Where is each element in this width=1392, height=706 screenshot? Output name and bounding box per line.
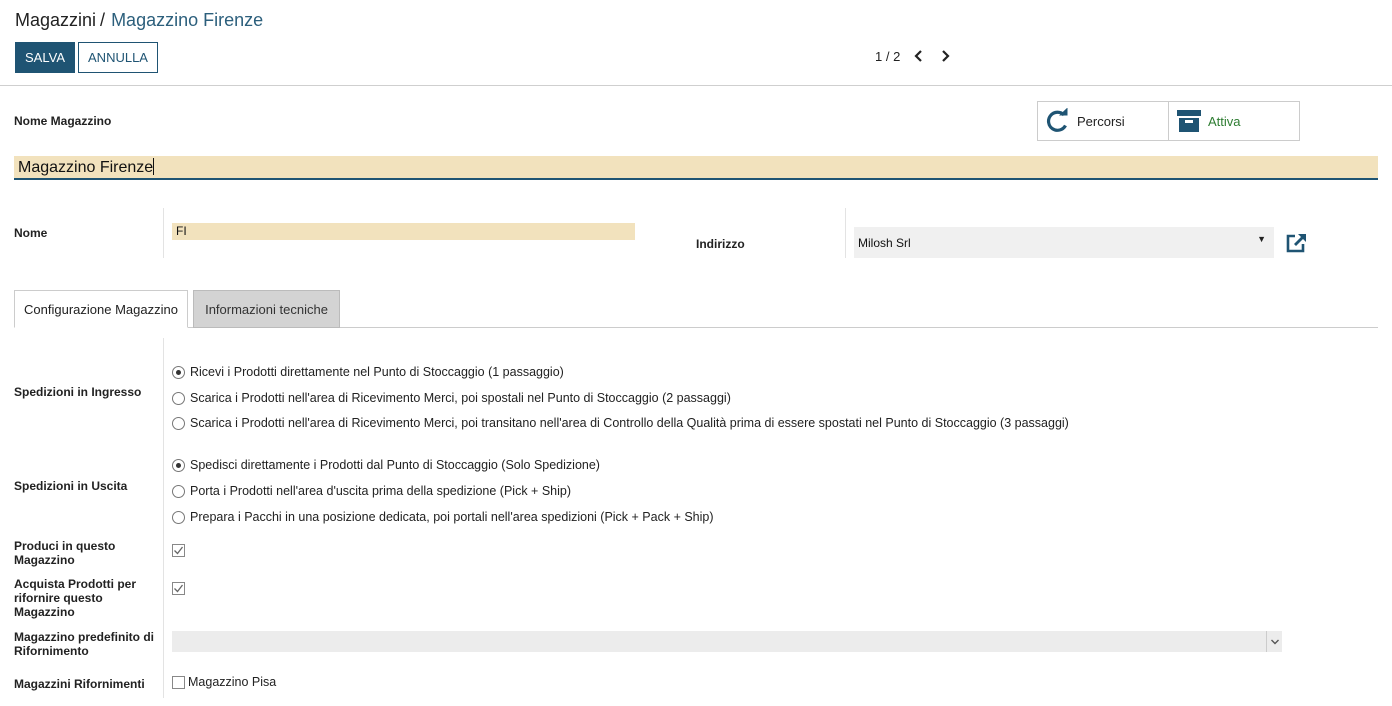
- field-divider: [163, 208, 164, 258]
- control-panel-divider: [0, 85, 1392, 86]
- incoming-option-label: Scarica i Prodotti nell'area di Ricevime…: [190, 391, 731, 405]
- chevron-down-icon[interactable]: [1266, 631, 1282, 652]
- code-label: Nome: [14, 226, 48, 240]
- warehouse-name-input[interactable]: Magazzino Firenze: [14, 156, 1378, 180]
- archive-icon: [1177, 110, 1201, 132]
- manufacture-checkbox[interactable]: [172, 544, 185, 557]
- buy-label: Acquista Prodotti per rifornire questo M…: [14, 577, 137, 619]
- tab-warehouse-configuration[interactable]: Configurazione Magazzino: [14, 290, 188, 328]
- breadcrumb-separator: /: [100, 10, 106, 30]
- resupply-warehouses-label: Magazzini Rifornimenti: [14, 677, 145, 691]
- caret-down-icon[interactable]: ▼: [1257, 234, 1266, 244]
- breadcrumb-parent[interactable]: Magazzini: [15, 10, 96, 30]
- radio-button[interactable]: [172, 510, 185, 524]
- incoming-option-2[interactable]: Scarica i Prodotti nell'area di Ricevime…: [172, 390, 731, 406]
- warehouse-name-label: Nome Magazzino: [14, 114, 112, 128]
- cancel-button[interactable]: ANNULLA: [78, 42, 158, 73]
- resupply-checkbox[interactable]: [172, 675, 185, 689]
- radio-button[interactable]: [172, 458, 185, 472]
- incoming-option-1[interactable]: Ricevi i Prodotti direttamente nel Punto…: [172, 364, 564, 380]
- buy-checkbox[interactable]: [172, 582, 185, 595]
- outgoing-option-2[interactable]: Porta i Prodotti nell'area d'uscita prim…: [172, 483, 571, 499]
- check-icon: [174, 584, 184, 593]
- routes-button[interactable]: Percorsi: [1037, 101, 1169, 141]
- text-cursor: [153, 158, 155, 175]
- active-label: Attiva: [1208, 113, 1241, 129]
- outgoing-option-label: Porta i Prodotti nell'area d'uscita prim…: [190, 484, 572, 498]
- incoming-option-3[interactable]: Scarica i Prodotti nell'area di Ricevime…: [172, 415, 1069, 431]
- incoming-option-label: Scarica i Prodotti nell'area di Ricevime…: [190, 416, 1069, 430]
- save-button[interactable]: SALVA: [15, 42, 75, 73]
- default-resupply-select[interactable]: [172, 631, 1282, 652]
- radio-button[interactable]: [172, 416, 185, 430]
- chevron-left-icon[interactable]: [912, 48, 926, 64]
- warehouse-name-value: Magazzino Firenze: [18, 159, 154, 176]
- pager: 1 / 2: [875, 48, 952, 64]
- chevron-right-icon[interactable]: [938, 48, 952, 64]
- address-label: Indirizzo: [696, 237, 745, 251]
- outgoing-shipments-label: Spedizioni in Uscita: [14, 479, 128, 493]
- radio-button[interactable]: [172, 484, 185, 498]
- pager-value[interactable]: 1 / 2: [875, 49, 900, 64]
- outgoing-option-1[interactable]: Spedisci direttamente i Prodotti dal Pun…: [172, 457, 600, 473]
- incoming-shipments-label: Spedizioni in Ingresso: [14, 385, 142, 399]
- outgoing-option-3[interactable]: Prepara i Pacchi in una posizione dedica…: [172, 509, 714, 525]
- outgoing-option-label: Spedisci direttamente i Prodotti dal Pun…: [190, 458, 600, 472]
- radio-button[interactable]: [172, 391, 185, 405]
- radio-button[interactable]: [172, 365, 185, 379]
- check-icon: [174, 546, 184, 555]
- refresh-icon: [1046, 108, 1068, 132]
- incoming-option-label: Ricevi i Prodotti direttamente nel Punto…: [190, 365, 564, 379]
- address-select[interactable]: Milosh Srl ▼: [854, 227, 1274, 258]
- resupply-option-label: Magazzino Pisa: [188, 675, 277, 689]
- manufacture-label: Produci in questo Magazzino: [14, 539, 116, 567]
- tab-technical-information[interactable]: Informazioni tecniche: [193, 290, 340, 328]
- resupply-option-pisa[interactable]: Magazzino Pisa: [172, 675, 276, 689]
- label-column-divider: [163, 338, 164, 698]
- default-resupply-label: Magazzino predefinito di Rifornimento: [14, 630, 154, 658]
- code-input[interactable]: FI: [172, 223, 635, 240]
- outgoing-option-label: Prepara i Pacchi in una posizione dedica…: [190, 510, 714, 524]
- active-toggle-button[interactable]: Attiva: [1168, 101, 1300, 141]
- breadcrumb-current: Magazzino Firenze: [111, 10, 264, 30]
- external-link-icon[interactable]: [1285, 232, 1308, 254]
- address-value: Milosh Srl: [858, 236, 911, 250]
- field-divider: [845, 208, 846, 258]
- breadcrumb: Magazzini / Magazzino Firenze: [15, 10, 263, 31]
- routes-label: Percorsi: [1077, 113, 1125, 129]
